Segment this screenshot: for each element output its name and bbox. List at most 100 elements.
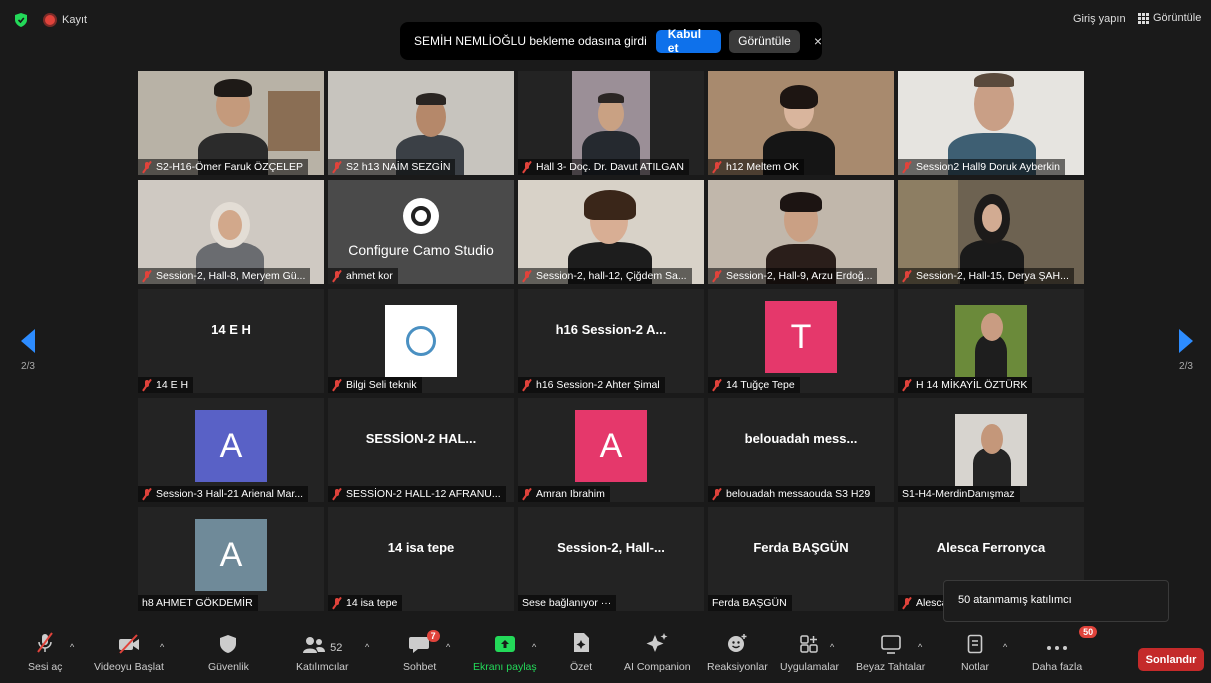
chevron-up-icon[interactable]: ^: [532, 642, 536, 652]
more-icon: [1047, 646, 1068, 650]
apps-button[interactable]: Uygulamalar: [780, 628, 839, 683]
participant-tile[interactable]: A h8 AHMET GÖKDEMİR: [138, 507, 324, 611]
whiteboards-button[interactable]: Beyaz Tahtalar: [856, 628, 925, 683]
participant-tile[interactable]: Bilgi Seli teknik: [328, 289, 514, 393]
participant-tile[interactable]: Session-2, Hall-8, Meryem Gü...: [138, 180, 324, 284]
participant-tile[interactable]: A Amran Ibrahim: [518, 398, 704, 502]
avatar: T: [765, 301, 837, 373]
gallery-grid: S2-H16-Ömer Faruk ÖZÇELEP S2 h13 NAİM SE…: [138, 71, 1084, 611]
participant-tile[interactable]: Session-2, Hall-15, Derya ŞAH...: [898, 180, 1084, 284]
waiting-room-notification: SEMİH NEMLİOĞLU bekleme odasına girdi Ka…: [400, 22, 822, 60]
more-badge: 50: [1079, 626, 1098, 638]
participant-tile[interactable]: Hall 3- Doç. Dr. Davut ATILGAN: [518, 71, 704, 175]
whiteboard-icon: [880, 635, 901, 654]
participant-tile[interactable]: 14 isa tepe 14 isa tepe: [328, 507, 514, 611]
mic-muted-icon: [332, 270, 342, 282]
reactions-button[interactable]: Reaksiyonlar: [707, 628, 768, 683]
meeting-toolbar: Sesi aç ^ Videoyu Başlat ^ Güvenlik 52 K…: [0, 626, 1211, 683]
participant-tile[interactable]: S1-H4-MerdinDanışmaz: [898, 398, 1084, 502]
more-button[interactable]: 50 Daha fazla: [1032, 626, 1098, 683]
chevron-up-icon[interactable]: ^: [918, 642, 922, 652]
mic-muted-icon: [522, 161, 532, 173]
participant-tile[interactable]: Session-2, Hall-... Sese bağlanıyor ···: [518, 507, 704, 611]
participant-name: belouadah messaouda S3 H29: [708, 486, 876, 502]
participant-tile[interactable]: h12 Meltem OK: [708, 71, 894, 175]
mic-muted-icon: [902, 270, 912, 282]
end-meeting-button[interactable]: Sonlandır: [1138, 648, 1204, 671]
chevron-up-icon[interactable]: ^: [160, 642, 164, 652]
sparkle-icon: [646, 633, 668, 652]
profile-photo: [955, 305, 1027, 377]
participant-tile[interactable]: h16 Session-2 A... h16 Session-2 Ahter Ş…: [518, 289, 704, 393]
apps-icon: [800, 635, 819, 653]
participant-tile[interactable]: S2-H16-Ömer Faruk ÖZÇELEP: [138, 71, 324, 175]
notes-button[interactable]: Notlar: [961, 628, 989, 683]
chevron-up-icon[interactable]: ^: [446, 642, 450, 652]
participant-tile[interactable]: Session-2, hall-12, Çiğdem Sa...: [518, 180, 704, 284]
ai-companion-button[interactable]: AI Companion: [624, 628, 691, 683]
tile-display-name: Ferda BAŞGÜN: [753, 540, 849, 555]
participant-tile[interactable]: 14 E H 14 E H: [138, 289, 324, 393]
recording-label[interactable]: Kayıt: [62, 14, 87, 26]
participant-name: Session-3 Hall-21 Arienal Mar...: [138, 486, 309, 502]
participant-tile[interactable]: Session-2, Hall-9, Arzu Erdoğ...: [708, 180, 894, 284]
participant-name: S2 h13 NAİM SEZGİN: [328, 159, 456, 175]
view-button[interactable]: Görüntüle: [1138, 12, 1201, 24]
participant-name: 14 isa tepe: [328, 595, 403, 611]
grid-view-icon: [1138, 12, 1149, 24]
admit-button[interactable]: Kabul et: [655, 27, 722, 55]
tile-display-name: Alesca Ferronyca: [936, 540, 1046, 555]
chevron-up-icon[interactable]: ^: [1003, 642, 1007, 652]
mic-muted-icon: [712, 270, 722, 282]
recording-icon[interactable]: [45, 15, 55, 25]
participant-name: Bilgi Seli teknik: [328, 377, 422, 393]
participant-tile[interactable]: A Session-3 Hall-21 Arienal Mar...: [138, 398, 324, 502]
participant-name: SESSİON-2 HALL-12 AFRANU...: [328, 486, 506, 502]
tile-display-name: belouadah mess...: [744, 431, 858, 446]
mic-muted-icon: [902, 161, 912, 173]
participant-tile[interactable]: H 14 MİKAYİL ÖZTÜRK: [898, 289, 1084, 393]
signin-link[interactable]: Giriş yapın: [1073, 13, 1126, 25]
participant-tile[interactable]: S2 h13 NAİM SEZGİN: [328, 71, 514, 175]
profile-logo: [385, 305, 457, 377]
share-screen-button[interactable]: Ekranı paylaş: [473, 628, 537, 683]
participants-button[interactable]: 52 Katılımcılar: [296, 628, 349, 683]
mic-muted-icon: [142, 488, 152, 500]
participant-name: S2-H16-Ömer Faruk ÖZÇELEP: [138, 159, 309, 175]
show-waiting-room-button[interactable]: Görüntüle: [729, 29, 800, 53]
summary-button[interactable]: Özet: [570, 628, 592, 683]
participant-tile[interactable]: belouadah mess... belouadah messaouda S3…: [708, 398, 894, 502]
chevron-up-icon[interactable]: ^: [70, 642, 74, 652]
shield-icon[interactable]: [15, 13, 27, 27]
participant-name: h8 AHMET GÖKDEMİR: [138, 595, 258, 611]
participant-name: Hall 3- Doç. Dr. Davut ATILGAN: [518, 159, 690, 175]
tile-display-name: Session-2, Hall-...: [557, 540, 665, 555]
avatar: A: [195, 410, 267, 482]
mic-muted-icon: [37, 632, 54, 653]
chat-badge: 7: [426, 630, 440, 642]
chevron-up-icon[interactable]: ^: [365, 642, 369, 652]
mic-muted-icon: [712, 488, 722, 500]
previous-page-button[interactable]: 2/3: [16, 327, 40, 387]
participant-tile[interactable]: Ferda BAŞGÜN Ferda BAŞGÜN: [708, 507, 894, 611]
participant-name: H 14 MİKAYİL ÖZTÜRK: [898, 377, 1033, 393]
participant-tile[interactable]: Session2 Hall9 Doruk Ayberkin: [898, 71, 1084, 175]
next-page-button[interactable]: 2/3: [1174, 327, 1198, 387]
participant-name: 14 E H: [138, 377, 194, 393]
mic-muted-icon: [332, 597, 342, 609]
chevron-up-icon[interactable]: ^: [830, 642, 834, 652]
tile-display-name: 14 isa tepe: [387, 540, 455, 555]
start-video-button[interactable]: Videoyu Başlat: [94, 628, 164, 683]
unmute-button[interactable]: Sesi aç: [28, 628, 62, 683]
participant-name: Session2 Hall9 Doruk Ayberkin: [898, 159, 1065, 175]
participant-name: Sese bağlanıyor ···: [518, 595, 617, 611]
close-icon[interactable]: ×: [814, 33, 822, 49]
meeting-window: Kayıt Giriş yapın Görüntüle SEMİH NEMLİO…: [0, 0, 1211, 683]
participant-tile[interactable]: Configure Camo Studio ahmet kor: [328, 180, 514, 284]
chat-button[interactable]: 7 Sohbet: [403, 628, 440, 683]
tile-display-name: h16 Session-2 A...: [555, 322, 667, 337]
participant-tile[interactable]: T 14 Tuğçe Tepe: [708, 289, 894, 393]
notification-text: SEMİH NEMLİOĞLU bekleme odasına girdi: [414, 34, 647, 48]
participant-tile[interactable]: SESSİON-2 HAL... SESSİON-2 HALL-12 AFRAN…: [328, 398, 514, 502]
security-button[interactable]: Güvenlik: [208, 628, 249, 683]
